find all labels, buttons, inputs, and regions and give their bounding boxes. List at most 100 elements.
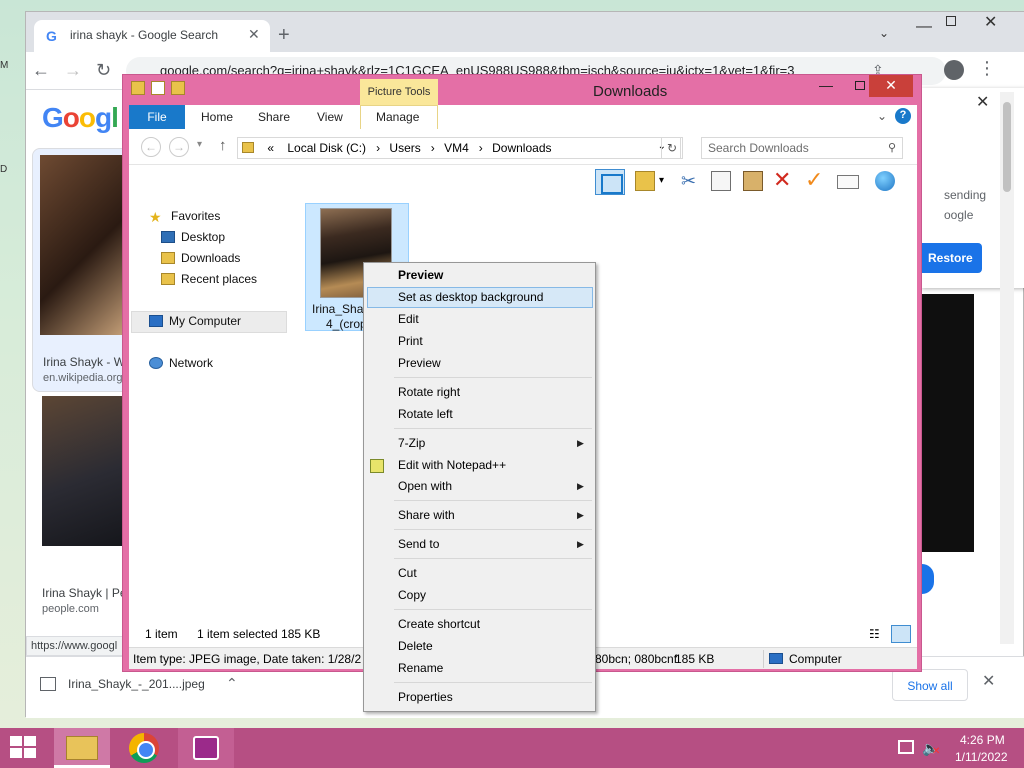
clock-date[interactable]: 1/11/2022 — [955, 750, 1008, 764]
scrollbar-thumb[interactable] — [1003, 102, 1011, 192]
chrome-menu-icon[interactable]: ⋮ — [978, 58, 996, 79]
expand-ribbon-chevron-icon[interactable]: ⌄ — [877, 109, 887, 123]
copy-icon[interactable] — [711, 171, 731, 191]
back-arrow-icon[interactable]: ← — [141, 137, 161, 157]
chrome-tab[interactable]: G irina shayk - Google Search ✕ — [34, 20, 270, 52]
folder-icon[interactable] — [131, 81, 145, 95]
image-result-card[interactable]: Irina Shayk - Wikipedia en.wikipedia.org — [32, 148, 132, 392]
menu-item-7zip[interactable]: 7-Zip — [398, 436, 425, 450]
show-all-button[interactable]: Show all — [892, 669, 968, 701]
maximize-button[interactable] — [855, 81, 865, 90]
download-item[interactable]: Irina_Shayk_-_201....jpeg ⌃ — [36, 671, 254, 701]
nav-item-my-computer[interactable]: My Computer — [149, 314, 241, 328]
result-source: people.com — [42, 603, 99, 615]
new-tab-button[interactable]: + — [278, 24, 290, 47]
help-icon[interactable]: ? — [895, 108, 911, 124]
nav-item-downloads[interactable]: Downloads — [161, 251, 240, 265]
taskbar-file-explorer[interactable] — [54, 728, 110, 768]
floating-action-button[interactable] — [922, 564, 934, 594]
close-button[interactable]: ✕ — [869, 75, 913, 97]
menu-item-send-to[interactable]: Send to — [398, 537, 439, 551]
menu-item-create-shortcut[interactable]: Create shortcut — [398, 617, 480, 631]
tab-manage[interactable]: Manage — [376, 110, 419, 124]
forward-arrow-icon[interactable]: → — [64, 60, 82, 81]
google-logo[interactable]: Googl — [42, 102, 119, 134]
breadcrumb[interactable]: « Local Disk (C:) › Users › VM4 › Downloads… — [237, 137, 681, 159]
minimize-button[interactable]: — — [813, 77, 839, 97]
maximize-button[interactable] — [946, 16, 956, 26]
properties-icon[interactable] — [151, 81, 165, 95]
windows-start-icon[interactable] — [10, 736, 38, 760]
result-thumbnail[interactable] — [42, 396, 126, 546]
globe-icon[interactable] — [875, 171, 895, 191]
delete-icon[interactable]: ✕ — [773, 167, 793, 192]
menu-item-set-desktop-background[interactable]: Set as desktop background — [398, 290, 543, 304]
menu-item-preview-default[interactable]: Preview — [398, 268, 443, 282]
menu-item-preview[interactable]: Preview — [398, 356, 441, 370]
breadcrumb-item[interactable]: Users — [389, 141, 420, 155]
result-title[interactable]: Irina Shayk | People — [42, 586, 130, 600]
nav-item-favorites[interactable]: ★ Favorites — [149, 209, 220, 225]
result-title[interactable]: Irina Shayk - Wikipedia — [43, 355, 131, 369]
restore-button[interactable]: Restore — [922, 243, 982, 273]
minimize-button[interactable]: — — [916, 18, 932, 36]
menu-item-print[interactable]: Print — [398, 334, 423, 348]
close-tab-icon[interactable]: ✕ — [248, 26, 260, 43]
search-input[interactable]: Search Downloads ⚲ — [701, 137, 903, 159]
nav-item-network[interactable]: Network — [149, 356, 213, 370]
menu-item-edit-with-notepadpp[interactable]: Edit with Notepad++ — [398, 458, 506, 472]
menu-item-properties[interactable]: Properties — [398, 690, 453, 704]
menu-item-cut[interactable]: Cut — [398, 566, 417, 580]
nav-item-desktop[interactable]: Desktop — [161, 230, 225, 244]
menu-item-rename[interactable]: Rename — [398, 661, 443, 675]
reload-icon[interactable]: ↻ — [96, 60, 111, 81]
forward-arrow-icon[interactable]: → — [169, 137, 189, 157]
tab-view[interactable]: View — [317, 110, 343, 124]
taskbar-chrome[interactable] — [116, 728, 172, 768]
dropdown-chevron-icon[interactable]: ▾ — [659, 171, 679, 191]
back-arrow-icon[interactable]: ← — [32, 60, 50, 81]
menu-item-open-with[interactable]: Open with — [398, 479, 452, 493]
breadcrumb-overflow[interactable]: « — [267, 141, 274, 155]
result-thumbnail[interactable] — [40, 155, 128, 335]
tab-search-chevron-icon[interactable]: ⌄ — [879, 26, 889, 40]
chevron-up-icon[interactable]: ⌃ — [226, 675, 238, 692]
new-folder-icon[interactable] — [171, 81, 185, 95]
network-tray-icon[interactable] — [898, 740, 914, 754]
check-icon[interactable]: ✓ — [805, 167, 825, 192]
image-result-card[interactable]: Irina Shayk | People people.com — [36, 396, 132, 636]
close-icon[interactable]: ✕ — [976, 92, 989, 112]
up-arrow-icon[interactable]: ↑ — [219, 137, 227, 154]
rename-icon[interactable] — [837, 175, 859, 189]
download-filename[interactable]: Irina_Shayk_-_201....jpeg — [68, 677, 205, 691]
tab-share[interactable]: Share — [258, 110, 290, 124]
refresh-icon[interactable]: ↻ — [661, 137, 683, 159]
preview-pane-button[interactable] — [595, 169, 625, 195]
tab-home[interactable]: Home — [201, 110, 233, 124]
clock-time[interactable]: 4:26 PM — [960, 733, 1005, 747]
breadcrumb-item[interactable]: Local Disk (C:) — [287, 141, 366, 155]
menu-item-share-with[interactable]: Share with — [398, 508, 455, 522]
menu-item-delete[interactable]: Delete — [398, 639, 433, 653]
nav-item-recent-places[interactable]: Recent places — [161, 272, 257, 286]
profile-avatar-icon[interactable] — [944, 60, 964, 80]
close-downloads-icon[interactable]: ✕ — [982, 671, 995, 691]
close-window-button[interactable]: ✕ — [984, 12, 997, 32]
menu-item-edit[interactable]: Edit — [398, 312, 419, 326]
taskbar-camera-app[interactable] — [178, 728, 234, 768]
folder-options-icon[interactable] — [635, 171, 655, 191]
large-icons-view-icon[interactable] — [891, 625, 911, 643]
menu-separator — [394, 682, 592, 683]
breadcrumb-item[interactable]: Downloads — [492, 141, 551, 155]
recent-locations-chevron-icon[interactable]: ▾ — [197, 139, 202, 150]
menu-item-copy[interactable]: Copy — [398, 588, 426, 602]
cut-icon[interactable]: ✂ — [681, 171, 701, 191]
page-scrollbar[interactable] — [1000, 92, 1014, 644]
notepad-plus-plus-icon — [370, 459, 384, 473]
menu-item-rotate-left[interactable]: Rotate left — [398, 407, 453, 421]
menu-item-rotate-right[interactable]: Rotate right — [398, 385, 460, 399]
paste-icon[interactable] — [743, 171, 763, 191]
breadcrumb-item[interactable]: VM4 — [444, 141, 469, 155]
details-view-icon[interactable]: ☷ — [869, 627, 887, 643]
tab-file[interactable]: File — [129, 105, 185, 129]
